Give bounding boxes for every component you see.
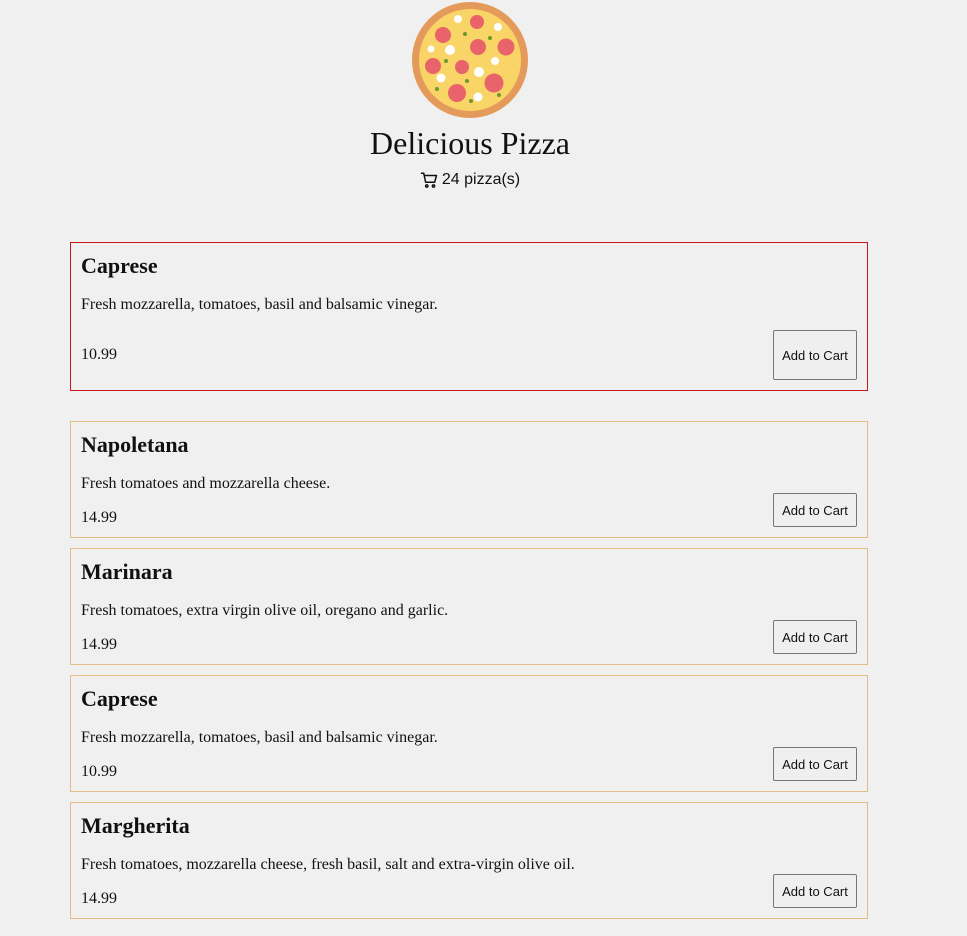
menu-item-card[interactable]: Marinara Fresh tomatoes, extra virgin ol…: [70, 548, 868, 665]
cart-icon: [420, 172, 438, 188]
menu-item-card[interactable]: Caprese Fresh mozzarella, tomatoes, basi…: [70, 675, 868, 792]
menu-item-card[interactable]: Margherita Fresh tomatoes, mozzarella ch…: [70, 802, 868, 919]
pizza-price: 14.99: [81, 509, 117, 526]
pizza-description: Fresh tomatoes and mozzarella cheese.: [81, 475, 331, 492]
add-to-cart-button[interactable]: Add to Cart: [773, 620, 857, 654]
cart-count: 24 pizza(s): [441, 171, 521, 188]
pizza-price: 10.99: [81, 346, 117, 363]
add-to-cart-button[interactable]: Add to Cart: [773, 493, 857, 527]
pizza-icon: [412, 2, 528, 118]
pizza-price: 14.99: [81, 890, 117, 907]
pizza-description: Fresh tomatoes, extra virgin olive oil, …: [81, 602, 449, 619]
add-to-cart-button[interactable]: Add to Cart: [773, 747, 857, 781]
pizza-description: Fresh mozzarella, tomatoes, basil and ba…: [81, 729, 438, 746]
pizza-description: Fresh tomatoes, mozzarella cheese, fresh…: [81, 856, 575, 873]
pizza-name: Caprese: [81, 686, 158, 711]
pizza-price: 14.99: [81, 636, 117, 653]
pizza-name: Margherita: [81, 813, 190, 838]
pizza-description: Fresh mozzarella, tomatoes, basil and ba…: [81, 296, 438, 313]
pizza-name: Marinara: [81, 559, 173, 584]
page-title: Delicious Pizza: [370, 125, 570, 161]
cart-summary: 24 pizza(s): [0, 170, 940, 190]
menu-item-card[interactable]: Napoletana Fresh tomatoes and mozzarella…: [70, 421, 868, 538]
add-to-cart-button[interactable]: Add to Cart: [773, 874, 857, 908]
add-to-cart-button[interactable]: Add to Cart: [773, 330, 857, 380]
menu-item-card[interactable]: Caprese Fresh mozzarella, tomatoes, basi…: [70, 242, 868, 391]
pizza-price: 10.99: [81, 763, 117, 780]
pizza-name: Caprese: [81, 253, 158, 278]
pizza-name: Napoletana: [81, 432, 189, 457]
